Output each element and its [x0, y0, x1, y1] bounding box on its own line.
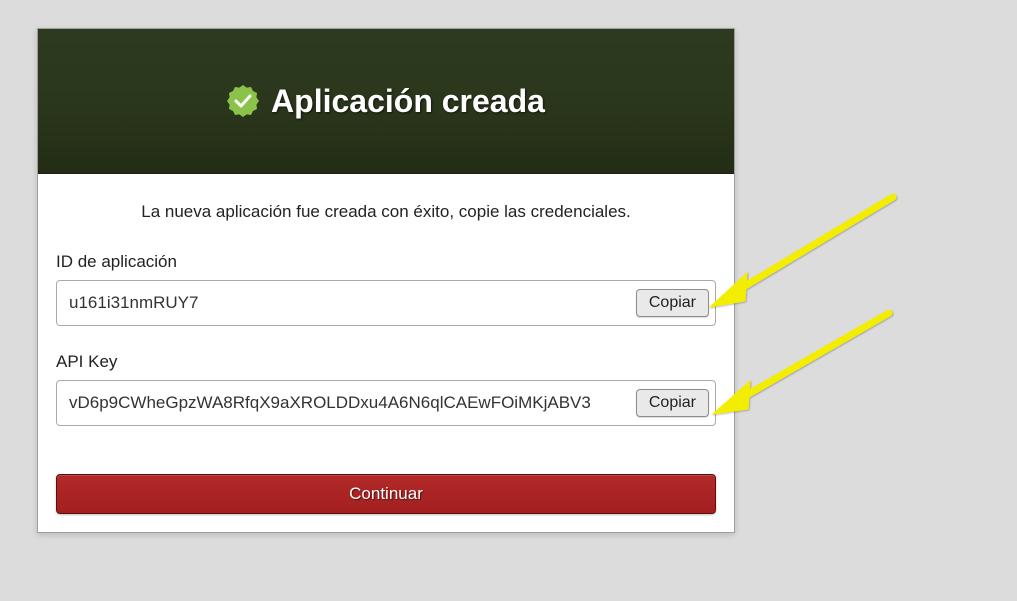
dialog-subtitle: La nueva aplicación fue creada con éxito…: [56, 202, 716, 222]
dialog-body: La nueva aplicación fue creada con éxito…: [38, 174, 734, 532]
app-id-input-row: Copiar: [56, 280, 716, 326]
app-id-field: ID de aplicación Copiar: [56, 252, 716, 326]
api-key-input[interactable]: [57, 381, 636, 425]
api-key-label: API Key: [56, 352, 716, 372]
app-id-input[interactable]: [57, 281, 636, 325]
copy-api-key-button[interactable]: Copiar: [636, 389, 709, 417]
continue-button[interactable]: Continuar: [56, 474, 716, 514]
dialog-header: Aplicación creada: [38, 29, 734, 174]
api-key-field: API Key Copiar: [56, 352, 716, 426]
check-badge-icon: [227, 85, 259, 117]
copy-app-id-button[interactable]: Copiar: [636, 289, 709, 317]
app-id-label: ID de aplicación: [56, 252, 716, 272]
application-created-dialog: Aplicación creada La nueva aplicación fu…: [37, 28, 735, 533]
dialog-title: Aplicación creada: [271, 83, 545, 120]
api-key-input-row: Copiar: [56, 380, 716, 426]
